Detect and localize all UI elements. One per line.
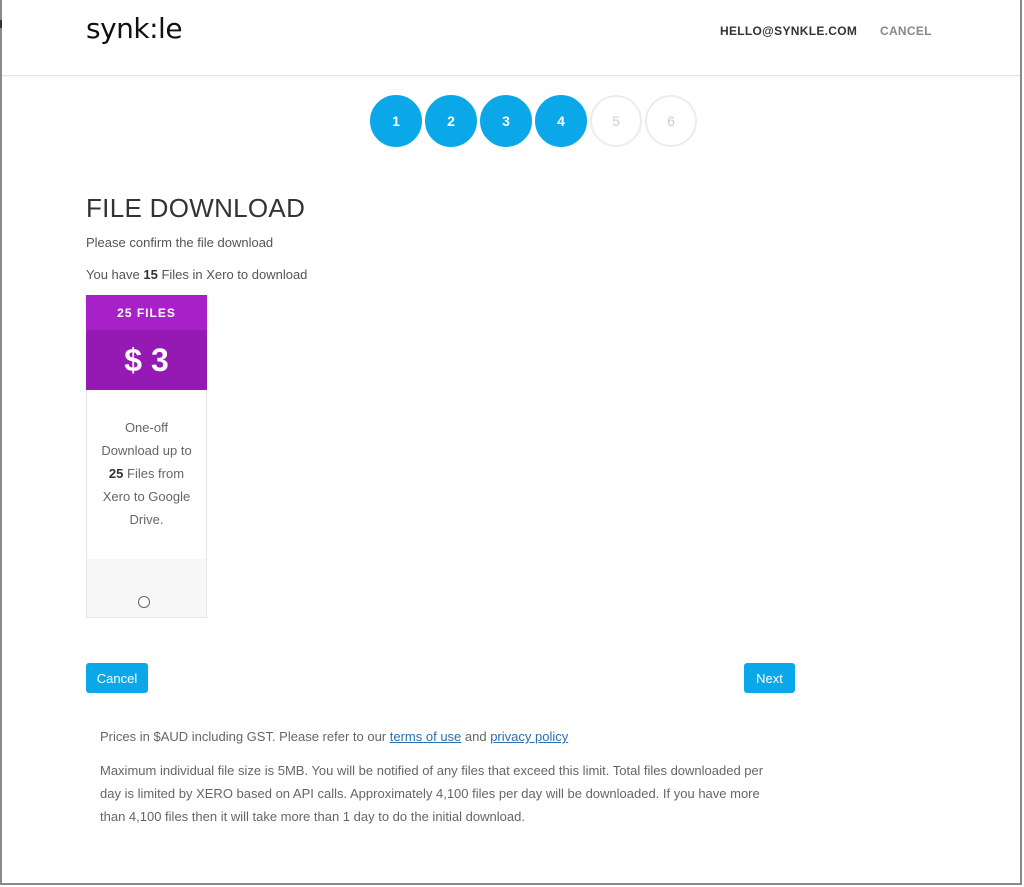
files-count: 15 <box>143 267 158 282</box>
plan-name: 25 FILES <box>86 295 207 330</box>
header-cancel-link[interactable]: CANCEL <box>880 24 932 38</box>
plan-desc-count: 25 <box>108 466 124 481</box>
email-link[interactable]: HELLO@SYNKLE.COM <box>720 24 857 38</box>
page-subtitle: Please confirm the file download <box>86 235 274 250</box>
terms-of-use-link[interactable]: terms of use <box>390 729 462 744</box>
files-count-text: You have 15 Files in Xero to download <box>86 267 307 282</box>
synkle-logo[interactable]: synk:le <box>86 12 183 45</box>
step-5: 5 <box>590 95 642 147</box>
plan-card[interactable]: 25 FILES $ 3 One-off Download up to 25 F… <box>86 295 207 618</box>
privacy-policy-link[interactable]: privacy policy <box>490 729 568 744</box>
files-suffix: Files in Xero to download <box>157 267 308 282</box>
page-title: FILE DOWNLOAD <box>86 193 306 223</box>
site-header: synk:le HELLO@SYNKLE.COM CANCEL <box>2 0 1020 76</box>
next-button[interactable]: Next <box>744 663 795 693</box>
step-1: 1 <box>370 95 422 147</box>
limits-note: Maximum individual file size is 5MB. You… <box>100 763 764 824</box>
plan-select-area <box>87 559 206 617</box>
step-6: 6 <box>645 95 697 147</box>
and-text: and <box>461 729 491 744</box>
plan-price: $ 3 <box>86 330 207 390</box>
step-4: 4 <box>535 95 587 147</box>
plan-description: One-off Download up to 25 Files from Xer… <box>97 416 196 531</box>
prices-note: Prices in $AUD including GST. Please ref… <box>100 728 780 746</box>
cancel-button[interactable]: Cancel <box>86 663 148 693</box>
files-prefix: You have <box>86 267 144 282</box>
plan-radio[interactable] <box>138 596 150 608</box>
plan-desc-part1: One-off Download up to <box>101 420 192 458</box>
step-2: 2 <box>425 95 477 147</box>
progress-steps: 1 2 3 4 5 6 <box>370 95 700 149</box>
prices-text: Prices in $AUD including GST. Please ref… <box>100 729 390 744</box>
step-3: 3 <box>480 95 532 147</box>
